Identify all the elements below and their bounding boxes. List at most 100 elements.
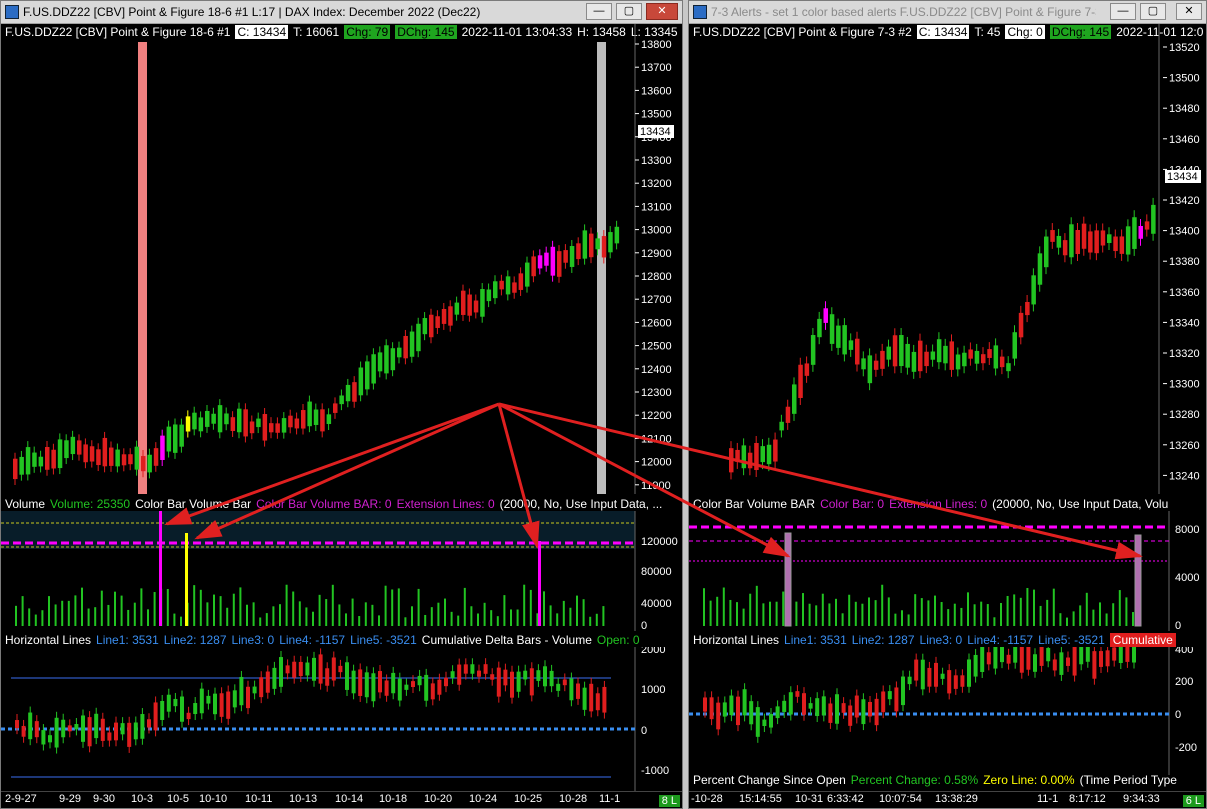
delta-bar — [868, 701, 872, 717]
date-tick-label: 10:07:54 — [879, 793, 922, 805]
layer-count[interactable]: 6 L — [1182, 795, 1204, 807]
delta-bar — [980, 647, 985, 672]
price-chart[interactable]: 1380013700136001350013400133001320013100… — [1, 24, 683, 494]
date-tick-label: 10-31 — [795, 793, 824, 805]
delta-bar — [881, 691, 886, 713]
volume-bar — [232, 593, 235, 626]
volume-bar — [854, 601, 857, 626]
volume-bar — [437, 602, 440, 626]
delta-bar — [986, 652, 991, 665]
delta-bar — [120, 723, 125, 735]
delta-study: Cumulative — [1109, 633, 1176, 647]
volume-bar — [1000, 602, 1002, 626]
chart-window-left[interactable]: F.US.DDZ22 [CBV] Point & Figure 18-6 #1 … — [0, 0, 683, 809]
close-button[interactable]: ✕ — [1176, 3, 1202, 20]
candle — [301, 410, 306, 429]
candle — [962, 352, 967, 367]
candle — [886, 346, 891, 360]
candle — [936, 339, 942, 363]
volume-bar — [887, 597, 890, 626]
maximize-button[interactable]: ▢ — [616, 3, 642, 20]
price-tick-label: 13480 — [1169, 103, 1200, 115]
volume-bar — [87, 608, 90, 626]
line5-label: Line5: -3521 — [1038, 633, 1105, 647]
volume-bar — [67, 600, 70, 626]
delta-bar — [927, 667, 932, 687]
volume-header: Volume Volume: 25350 Color Bar Volume Bar C… — [5, 497, 667, 511]
delta-chart[interactable]: 2000 1000 0 -1000 — [1, 647, 683, 795]
candle — [473, 300, 479, 313]
candle — [741, 445, 747, 469]
candle — [153, 448, 159, 466]
volume-bar — [81, 587, 83, 626]
volume-bar — [246, 604, 248, 626]
minimize-button[interactable]: — — [586, 3, 612, 20]
candle — [1081, 223, 1087, 249]
chart-window-right[interactable]: 7-3 Alerts - set 1 color based alerts F.… — [688, 0, 1207, 809]
volume-bar — [259, 617, 262, 626]
line2-label: Line2: 1287 — [163, 633, 227, 647]
candle — [968, 349, 973, 359]
volume-tick-label: 40000 — [641, 598, 672, 610]
delta-header: Horizontal Lines Line1: 3531 Line2: 1287 Li… — [5, 633, 645, 647]
delta-bar — [246, 686, 250, 709]
candle — [505, 276, 511, 295]
candle — [557, 251, 562, 277]
volume-bar-label: Color Bar: 0 — [820, 497, 885, 511]
candle — [77, 440, 82, 455]
volume-bar — [980, 601, 983, 626]
volume-bar — [457, 615, 460, 626]
date-tick-label: 10-28 — [559, 793, 588, 805]
delta-bar — [206, 695, 211, 704]
delta-tick-label: -200 — [1175, 742, 1197, 754]
volume-bar — [1059, 613, 1062, 626]
price-tick-label: 12600 — [641, 317, 672, 329]
candle — [333, 403, 338, 413]
volume-bar — [576, 595, 578, 626]
candle — [861, 358, 866, 370]
price-tick-label: 12400 — [641, 364, 672, 376]
volume-bar — [74, 595, 77, 626]
highlight-bar — [138, 42, 147, 494]
price-chart[interactable]: 1352013500134801346013440134201340013380… — [689, 24, 1207, 494]
delta-bar — [755, 707, 760, 737]
volume-bar — [180, 616, 182, 626]
delta-bar — [226, 691, 231, 719]
delta-bar — [67, 725, 72, 732]
candle — [601, 236, 607, 258]
candle — [243, 409, 248, 437]
candle — [531, 256, 536, 277]
title-bar[interactable]: 7-3 Alerts - set 1 color based alerts F.… — [689, 1, 1206, 24]
layer-count[interactable]: 8 L — [658, 795, 680, 807]
delta-bar — [166, 694, 171, 712]
delta-chart[interactable]: 400 200 0 -200 — [689, 647, 1207, 775]
candle — [608, 232, 613, 253]
candle — [880, 350, 885, 369]
highlight-bar — [597, 42, 606, 494]
date-tick-label: 11-1 — [599, 793, 621, 805]
maximize-button[interactable]: ▢ — [1140, 3, 1166, 20]
candle — [1050, 230, 1055, 242]
delta-bar — [100, 718, 105, 741]
volume-chart[interactable]: 120000 80000 40000 0 — [1, 511, 683, 631]
minimize-button[interactable]: — — [1110, 3, 1136, 20]
delta-bar — [736, 696, 740, 726]
volume-bar — [762, 603, 765, 626]
candle — [1144, 221, 1150, 230]
price-tick-label: 13200 — [641, 178, 672, 190]
volume-chart[interactable]: 8000 4000 0 — [689, 511, 1207, 631]
candle — [192, 412, 197, 430]
candle — [390, 348, 396, 371]
volume-bar — [1033, 589, 1035, 626]
volume-bar — [947, 609, 950, 626]
candle — [779, 421, 784, 431]
close-button[interactable]: ✕ — [646, 3, 678, 20]
candle — [249, 421, 255, 434]
volume-bar — [272, 606, 275, 626]
app-icon — [5, 5, 19, 19]
delta-bar — [582, 687, 587, 710]
date-tick-label: 10-25 — [514, 793, 543, 805]
delta-bar — [378, 671, 382, 693]
delta-bar — [1079, 647, 1084, 665]
title-bar[interactable]: F.US.DDZ22 [CBV] Point & Figure 18-6 #1 … — [1, 1, 682, 24]
